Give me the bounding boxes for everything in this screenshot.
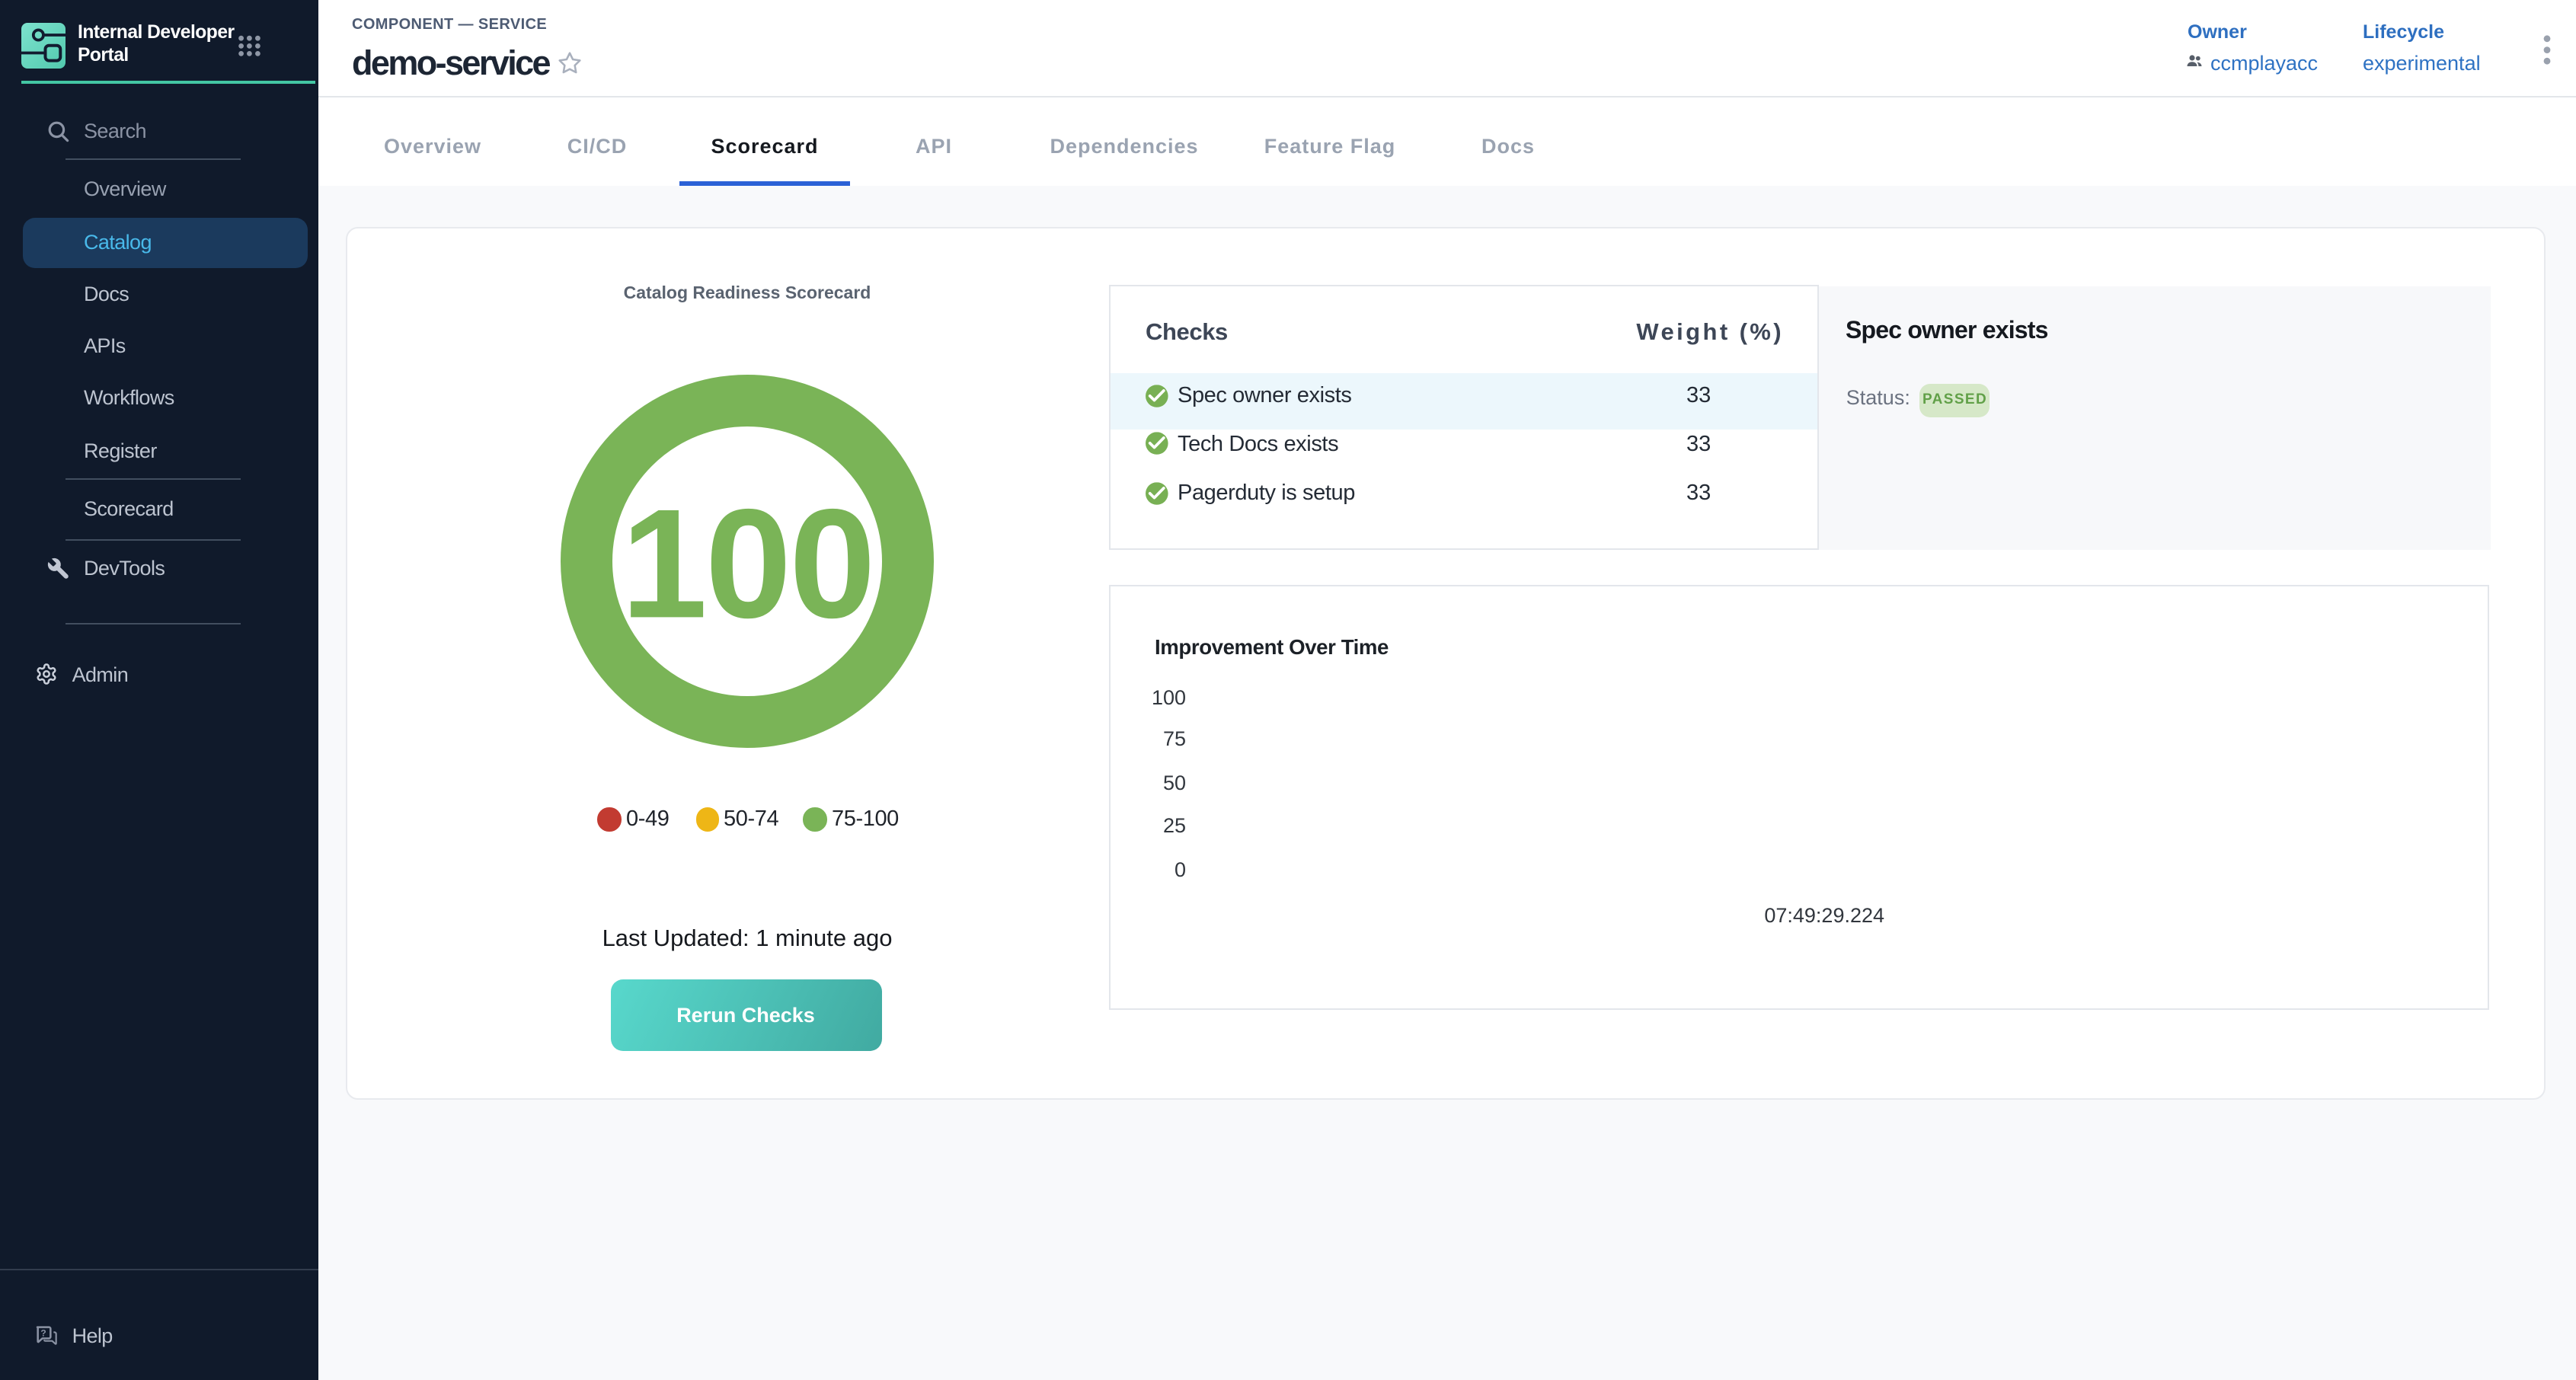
svg-text:?: ? [40,1327,46,1338]
